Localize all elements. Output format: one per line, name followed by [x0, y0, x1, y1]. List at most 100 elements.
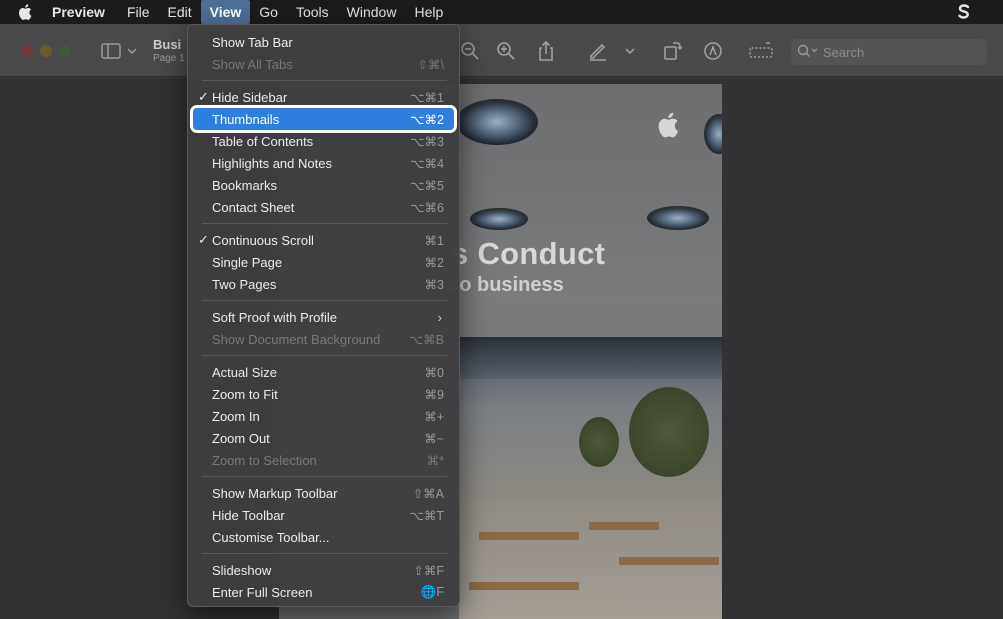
menu-item-shortcut: ⌥⌘5 — [410, 178, 444, 193]
view-menu-dropdown: Show Tab Bar Show All Tabs ⇧⌘\ ✓ Hide Si… — [187, 24, 460, 607]
menu-bar: Preview File Edit View Go Tools Window H… — [0, 0, 1003, 24]
menu-tools[interactable]: Tools — [287, 0, 338, 24]
menu-item-thumbnails[interactable]: Thumbnails ⌥⌘2 — [190, 105, 457, 133]
scrivener-s-icon[interactable] — [955, 3, 973, 21]
menu-item-shortcut: ⌥⌘B — [408, 332, 444, 347]
menu-go[interactable]: Go — [250, 0, 287, 24]
menu-item-label: Zoom to Selection — [212, 452, 317, 468]
menu-item-table-of-contents[interactable]: Table of Contents ⌥⌘3 — [193, 130, 454, 152]
menu-item-actual-size[interactable]: Actual Size ⌘0 — [193, 361, 454, 383]
menu-item-label: Hide Toolbar — [212, 507, 285, 523]
menu-item-zoom-in[interactable]: Zoom In ⌘+ — [193, 405, 454, 427]
checkmark-icon: ✓ — [198, 232, 209, 247]
menu-item-label: Contact Sheet — [212, 199, 295, 215]
menu-item-highlights-and-notes[interactable]: Highlights and Notes ⌥⌘4 — [193, 152, 454, 174]
menu-item-slideshow[interactable]: Slideshow ⇧⌘F — [193, 559, 454, 581]
menu-item-soft-proof-with-profile[interactable]: Soft Proof with Profile › — [193, 306, 454, 328]
search-field[interactable]: Search — [791, 39, 987, 65]
page-image-skylight — [647, 206, 709, 230]
checkmark-icon: ✓ — [198, 89, 209, 104]
menu-item-shortcut: 🌐F — [420, 584, 444, 599]
menu-item-show-document-background: Show Document Background ⌥⌘B — [193, 328, 454, 350]
menu-separator — [202, 300, 447, 301]
page-image-tree — [579, 417, 619, 467]
page-image-table — [469, 582, 579, 590]
page-image-skylight — [470, 208, 528, 230]
menu-item-shortcut: ⌘+ — [424, 409, 444, 424]
zoom-out-icon[interactable] — [459, 40, 481, 62]
menu-window[interactable]: Window — [338, 0, 406, 24]
zoom-in-icon[interactable] — [495, 40, 517, 62]
menu-item-shortcut: ⌘3 — [424, 277, 444, 292]
menu-item-label: Thumbnails — [212, 111, 280, 127]
menu-item-shortcut: ⌥⌘3 — [410, 134, 444, 149]
menu-item-two-pages[interactable]: Two Pages ⌘3 — [193, 273, 454, 295]
menu-item-shortcut: ⇧⌘F — [413, 563, 444, 578]
share-icon[interactable] — [535, 40, 557, 62]
menu-item-label: Single Page — [212, 254, 283, 270]
zoom-window-button[interactable] — [59, 45, 71, 57]
menu-item-contact-sheet[interactable]: Contact Sheet ⌥⌘6 — [193, 196, 454, 218]
menu-help[interactable]: Help — [405, 0, 452, 24]
menu-item-label: Zoom In — [212, 408, 260, 424]
rotate-icon[interactable] — [661, 40, 683, 62]
menu-item-label: Soft Proof with Profile — [212, 309, 337, 325]
minimize-window-button[interactable] — [40, 45, 52, 57]
menu-item-show-markup-toolbar[interactable]: Show Markup Toolbar ⇧⌘A — [193, 482, 454, 504]
menu-separator — [202, 553, 447, 554]
menu-item-shortcut: ⌘2 — [424, 255, 444, 270]
menu-item-zoom-to-fit[interactable]: Zoom to Fit ⌘9 — [193, 383, 454, 405]
menu-item-show-all-tabs: Show All Tabs ⇧⌘\ — [193, 53, 454, 75]
markup-pen-icon[interactable] — [587, 40, 609, 62]
sidebar-toggle-icon[interactable] — [100, 41, 140, 61]
menu-item-label: Zoom Out — [212, 430, 270, 446]
menu-item-shortcut: ⌥⌘1 — [410, 90, 444, 105]
menu-item-customise-toolbar[interactable]: Customise Toolbar... — [193, 526, 454, 548]
document-title: Busi — [153, 37, 182, 52]
menu-item-shortcut: ⌘1 — [424, 233, 444, 248]
menu-item-hide-sidebar[interactable]: ✓ Hide Sidebar ⌥⌘1 — [193, 86, 454, 108]
page-image-table — [479, 532, 579, 540]
menu-item-shortcut: ⌘− — [424, 431, 444, 446]
menu-item-shortcut: ⌘* — [426, 453, 444, 468]
menu-item-label: Show Markup Toolbar — [212, 485, 338, 501]
menu-item-continuous-scroll[interactable]: ✓ Continuous Scroll ⌘1 — [193, 229, 454, 251]
menu-item-label: Highlights and Notes — [212, 155, 332, 171]
window-toolbar: Busi Page 1 Search — [0, 24, 1003, 77]
menu-item-label: Show Tab Bar — [212, 34, 293, 50]
menu-item-label: Continuous Scroll — [212, 232, 314, 248]
page-image-skylight — [456, 99, 538, 145]
submenu-chevron-icon: › — [437, 309, 442, 325]
menu-item-shortcut: ⌥⌘4 — [410, 156, 444, 171]
menu-item-label: Table of Contents — [212, 133, 314, 149]
search-icon — [797, 44, 819, 61]
menu-edit[interactable]: Edit — [159, 0, 201, 24]
menu-separator — [202, 476, 447, 477]
menu-item-shortcut: ⌥⌘6 — [410, 200, 444, 215]
close-window-button[interactable] — [21, 45, 33, 57]
apple-logo-icon[interactable] — [18, 4, 38, 20]
page-image-store-interior — [459, 337, 722, 619]
document-canvas[interactable]: s Conduct do business — [0, 78, 1003, 619]
document-page-indicator: Page 1 — [153, 53, 185, 64]
menu-item-label: Show All Tabs — [212, 56, 293, 72]
menu-item-hide-toolbar[interactable]: Hide Toolbar ⌥⌘T — [193, 504, 454, 526]
menu-item-show-tab-bar[interactable]: Show Tab Bar — [193, 31, 454, 53]
form-fill-icon[interactable] — [748, 40, 774, 62]
menu-item-shortcut: ⌥⌘T — [409, 508, 444, 523]
menu-view[interactable]: View — [200, 0, 251, 24]
menu-item-bookmarks[interactable]: Bookmarks ⌥⌘5 — [193, 174, 454, 196]
menu-item-zoom-out[interactable]: Zoom Out ⌘− — [193, 427, 454, 449]
menu-item-label: Show Document Background — [212, 331, 381, 347]
document-subheading: do business — [447, 274, 564, 296]
menu-item-single-page[interactable]: Single Page ⌘2 — [193, 251, 454, 273]
annotate-icon[interactable] — [702, 40, 724, 62]
menu-file[interactable]: File — [118, 0, 159, 24]
menu-item-enter-full-screen[interactable]: Enter Full Screen 🌐F — [193, 581, 454, 603]
menu-item-label: Hide Sidebar — [212, 89, 288, 105]
chevron-down-icon[interactable] — [623, 40, 637, 62]
menu-item-shortcut: ⇧⌘\ — [417, 57, 444, 72]
menu-separator — [202, 355, 447, 356]
menu-preview[interactable]: Preview — [50, 0, 118, 24]
menu-item-label: Customise Toolbar... — [212, 529, 330, 545]
